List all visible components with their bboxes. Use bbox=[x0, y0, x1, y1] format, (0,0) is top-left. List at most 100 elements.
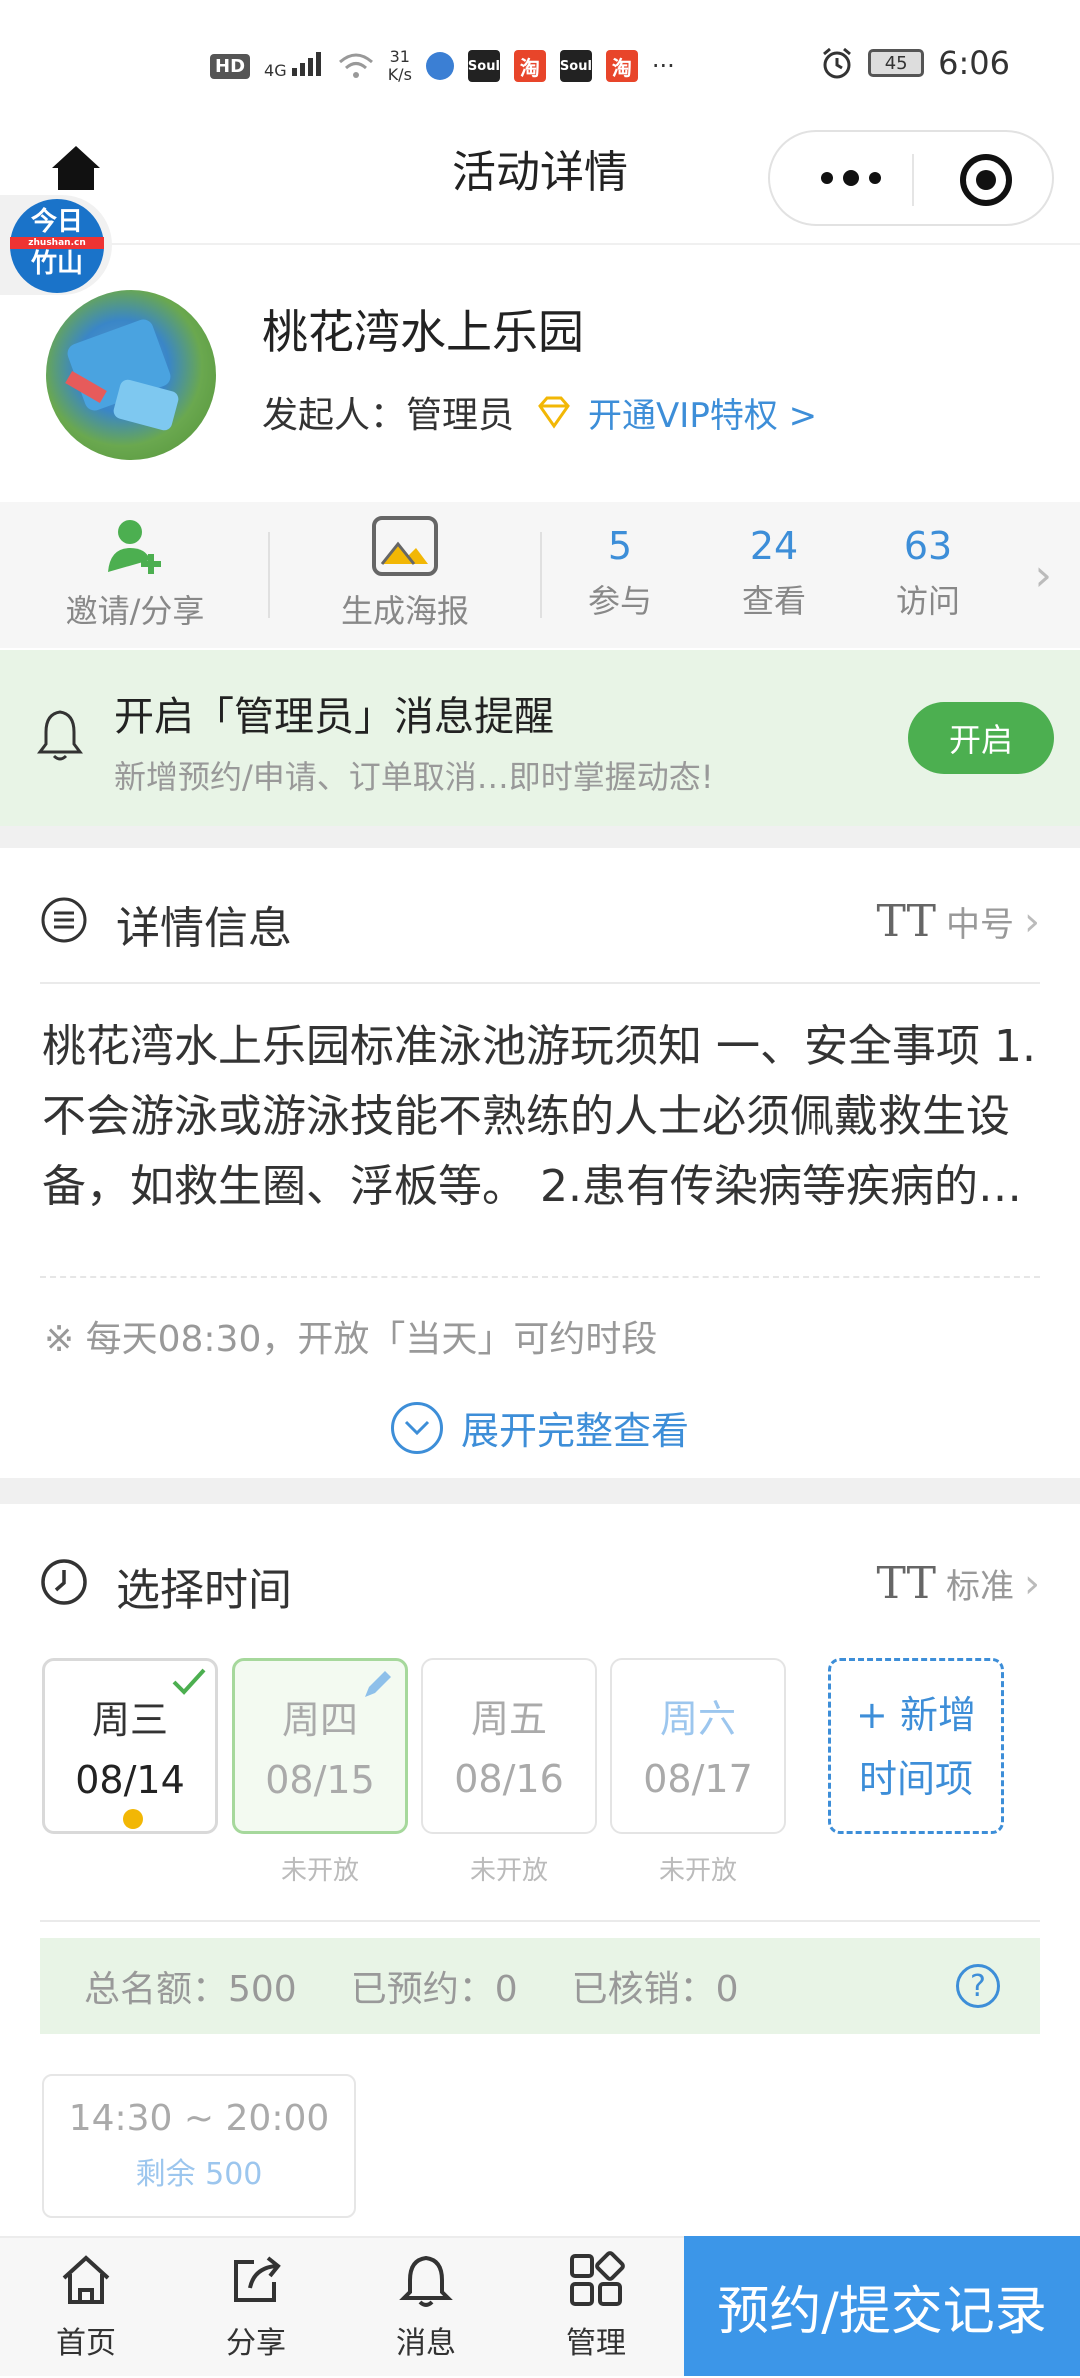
section-separator bbox=[0, 1478, 1080, 1504]
views-stat[interactable]: 24 查看 bbox=[714, 502, 834, 648]
soul-app-icon: Soul bbox=[467, 50, 500, 82]
date-weekday: 周五 bbox=[470, 1697, 547, 1741]
site-logo-badge[interactable]: 今日 zhushan.cn 竹山 bbox=[0, 195, 112, 295]
chevron-right-icon[interactable]: › bbox=[1034, 550, 1052, 601]
taobao-app-icon: 淘 bbox=[605, 50, 638, 82]
clock: 6:06 bbox=[938, 44, 1010, 82]
clock-icon bbox=[41, 1559, 87, 1605]
date-day: 08/15 bbox=[265, 1758, 375, 1802]
expand-full-button[interactable]: 展开完整查看 bbox=[0, 1400, 1080, 1455]
nav-bar: 活动详情 bbox=[0, 130, 1080, 245]
notice-subtitle: 新增预约/申请、订单取消…即时掌握动态! bbox=[114, 758, 714, 796]
participants-stat[interactable]: 5 参与 bbox=[560, 502, 680, 648]
views-label: 查看 bbox=[741, 582, 806, 620]
date-day: 08/16 bbox=[454, 1757, 564, 1801]
bell-icon bbox=[37, 710, 83, 761]
poster-label: 生成海报 bbox=[340, 592, 469, 630]
initiator-label: 发起人： bbox=[262, 395, 407, 436]
activity-description: 桃花湾水上乐园标准泳池游玩须知 一、安全事项 1.不会游泳或游泳技能不熟练的人士… bbox=[42, 1021, 1036, 1212]
bell-icon bbox=[399, 2255, 453, 2307]
browser-icon bbox=[425, 52, 454, 80]
grid-icon bbox=[570, 2251, 625, 2306]
font-size-label: 标准 bbox=[946, 1567, 1014, 1607]
help-icon[interactable]: ? bbox=[956, 1964, 1000, 2008]
date-status-note: 未开放 bbox=[658, 1856, 737, 1886]
close-miniprogram-button[interactable] bbox=[960, 154, 1012, 206]
section-separator bbox=[0, 826, 1080, 848]
enable-reminder-button[interactable]: 开启 bbox=[908, 702, 1054, 774]
initiator-name: 管理员 bbox=[406, 395, 515, 436]
image-icon bbox=[372, 516, 438, 576]
tab-share-label: 分享 bbox=[226, 2326, 286, 2361]
vip-link[interactable]: 开通VIP特权 > bbox=[588, 388, 817, 437]
chevron-down-icon bbox=[390, 1401, 443, 1454]
tab-home-label: 首页 bbox=[56, 2326, 116, 2361]
nav-divider bbox=[0, 243, 1080, 245]
visits-stat[interactable]: 63 访问 bbox=[868, 502, 988, 648]
stat-divider bbox=[268, 532, 270, 618]
date-status-note: 未开放 bbox=[469, 1856, 548, 1886]
quota-booked: 已预约：0 bbox=[350, 1969, 518, 2010]
tab-message[interactable]: 消息 bbox=[366, 2238, 486, 2378]
slot-time: 14:30 ~ 20:00 bbox=[68, 2098, 330, 2139]
quota-total: 总名额：500 bbox=[84, 1969, 297, 2010]
date-option-wed[interactable]: 周三 08/14 bbox=[42, 1658, 218, 1834]
date-option-fri[interactable]: 周五 08/16 bbox=[421, 1658, 597, 1834]
invite-share-button[interactable]: 邀请/分享 bbox=[30, 502, 240, 648]
divider bbox=[40, 1276, 1040, 1278]
diamond-icon bbox=[538, 396, 570, 429]
date-weekday: 周六 bbox=[659, 1697, 736, 1741]
signal-icon: 4G bbox=[264, 52, 324, 80]
status-left: HD 4G 31 K/s Soul 淘 Soul 淘 ··· bbox=[210, 48, 675, 84]
time-select-header: 选择时间 TT 标准 › bbox=[40, 1540, 1040, 1620]
time-select-title: 选择时间 bbox=[116, 1565, 292, 1616]
time-slot-option[interactable]: 14:30 ~ 20:00 剩余 500 bbox=[42, 2074, 356, 2218]
visits-label: 访问 bbox=[895, 582, 960, 620]
alarm-icon bbox=[823, 47, 852, 79]
home-outline-icon bbox=[62, 2255, 110, 2304]
chevron-right-icon: › bbox=[1024, 898, 1040, 945]
details-title: 详情信息 bbox=[116, 903, 292, 954]
booking-records-button[interactable]: 预约/提交记录 bbox=[684, 2236, 1080, 2376]
font-size-label: 中号 bbox=[946, 905, 1014, 945]
generate-poster-button[interactable]: 生成海报 bbox=[300, 502, 510, 648]
details-header: 详情信息 TT 中号 › bbox=[40, 878, 1040, 958]
net-speed: 31 K/s bbox=[387, 47, 412, 84]
wifi-icon bbox=[338, 53, 373, 78]
date-option-thu[interactable]: 周四 08/15 bbox=[232, 1658, 408, 1834]
date-option-sat[interactable]: 周六 08/17 bbox=[610, 1658, 786, 1834]
status-bar: HD 4G 31 K/s Soul 淘 Soul 淘 ··· 45 6:06 bbox=[0, 0, 1080, 130]
slot-remaining: 剩余 500 bbox=[135, 2157, 263, 2192]
expand-label: 展开完整查看 bbox=[460, 1409, 689, 1453]
add-time-item-button[interactable]: + 新增 时间项 bbox=[828, 1658, 1004, 1834]
battery-icon: 45 bbox=[868, 49, 925, 77]
more-menu-button[interactable] bbox=[806, 156, 896, 200]
tab-share[interactable]: 分享 bbox=[196, 2238, 316, 2378]
font-size-toggle[interactable]: TT 标准 › bbox=[876, 1558, 1040, 1609]
stat-divider bbox=[540, 532, 542, 618]
divider bbox=[40, 982, 1040, 984]
participants-label: 参与 bbox=[587, 582, 652, 620]
font-size-icon: TT bbox=[876, 1558, 936, 1609]
quota-summary: 总名额：500 已预约：0 已核销：0 ? bbox=[40, 1938, 1040, 2034]
quota-verified: 已核销：0 bbox=[571, 1969, 739, 2010]
hd-badge: HD bbox=[210, 53, 251, 79]
list-icon bbox=[41, 897, 87, 943]
invite-share-label: 邀请/分享 bbox=[65, 592, 205, 630]
date-day: 08/14 bbox=[75, 1758, 185, 1802]
divider bbox=[40, 1920, 1040, 1922]
tab-manage[interactable]: 管理 bbox=[536, 2238, 656, 2378]
tab-home[interactable]: 首页 bbox=[26, 2238, 146, 2378]
visits-count: 63 bbox=[903, 524, 953, 568]
tab-manage-label: 管理 bbox=[566, 2326, 626, 2361]
participants-count: 5 bbox=[607, 524, 633, 568]
date-status-note: 未开放 bbox=[280, 1856, 359, 1886]
stats-row: 邀请/分享 生成海报 5 参与 24 查看 63 访问 › bbox=[0, 502, 1080, 648]
site-logo: 今日 zhushan.cn 竹山 bbox=[10, 199, 104, 293]
check-icon bbox=[172, 1668, 206, 1695]
tab-message-label: 消息 bbox=[396, 2326, 456, 2361]
activity-avatar bbox=[46, 290, 216, 460]
date-day: 08/17 bbox=[643, 1757, 753, 1801]
font-size-toggle[interactable]: TT 中号 › bbox=[876, 896, 1040, 947]
font-size-icon: TT bbox=[876, 896, 936, 947]
